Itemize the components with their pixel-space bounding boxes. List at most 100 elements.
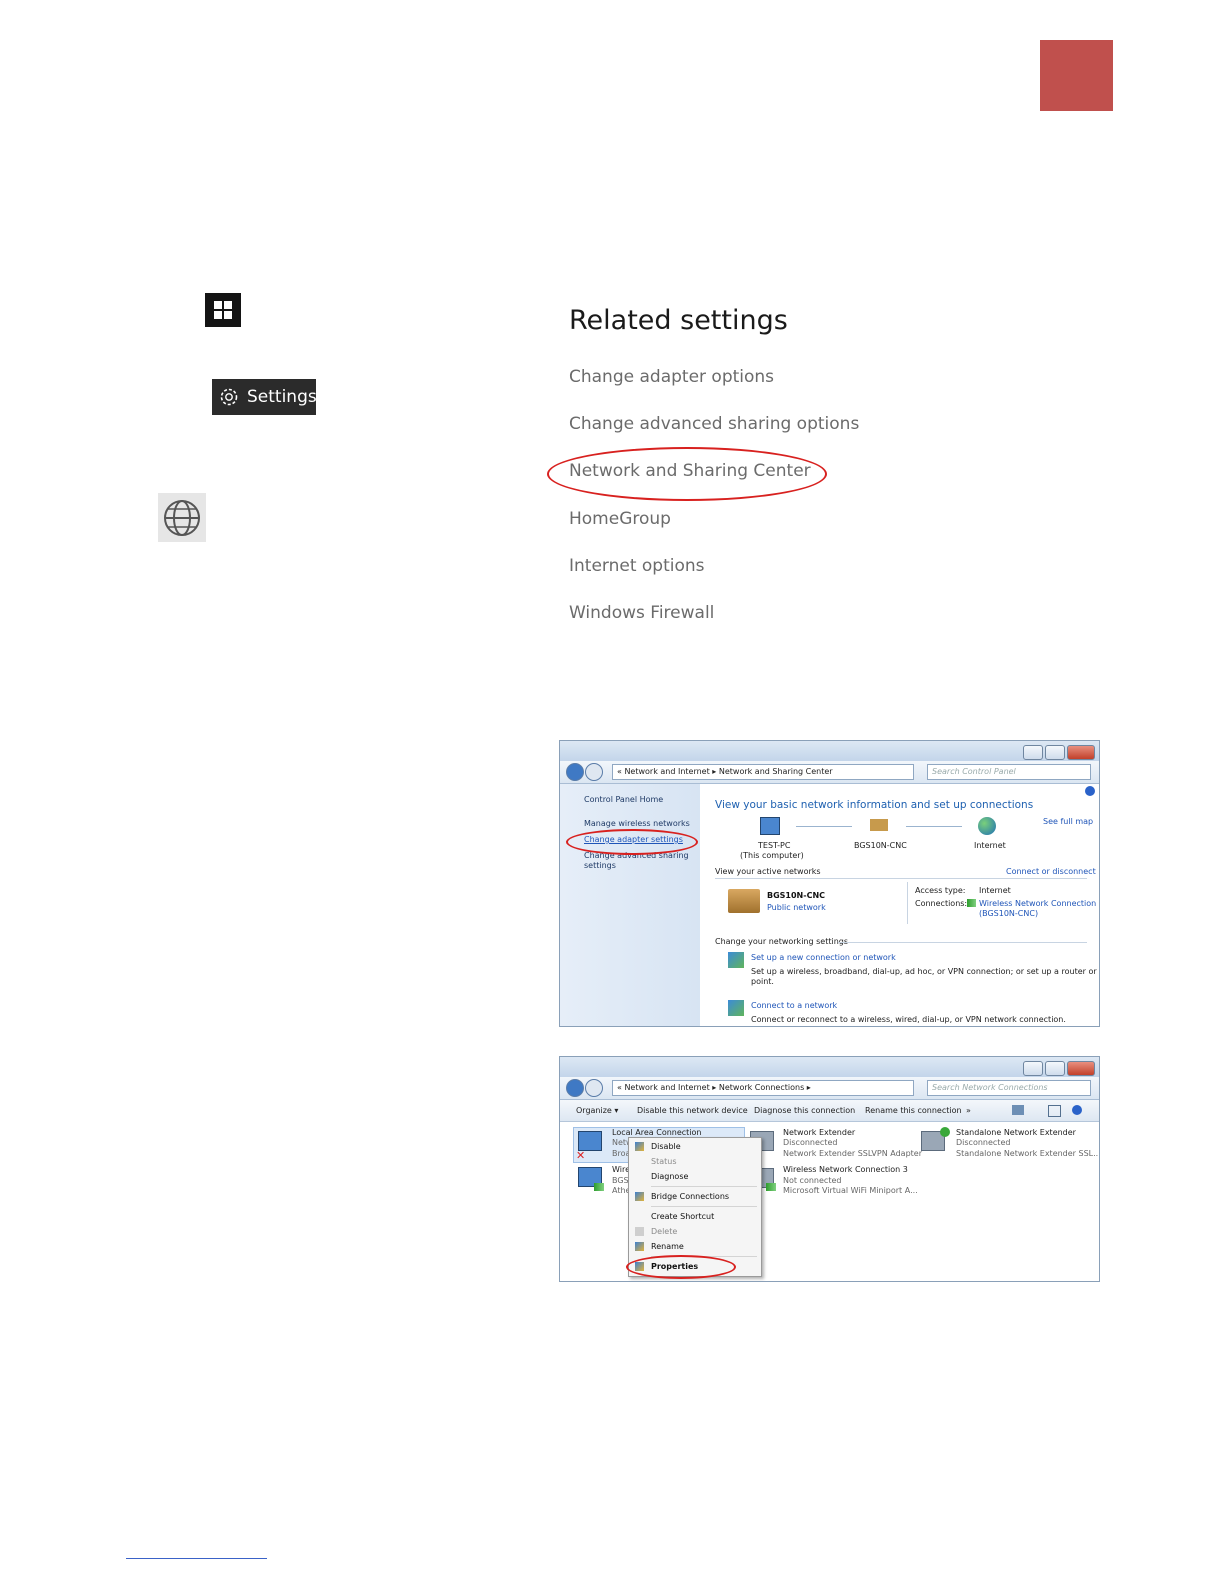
- signal-icon: [766, 1183, 776, 1191]
- left-pane: Control Panel Home Manage wireless netwo…: [560, 784, 700, 1026]
- connection-line: [906, 826, 962, 827]
- network-type-link[interactable]: Public network: [767, 903, 826, 912]
- breadcrumb[interactable]: « Network and Internet ▸ Network and Sha…: [612, 764, 914, 780]
- setup-connection-desc: Set up a wireless, broadband, dial-up, a…: [751, 967, 1100, 976]
- access-type-value: Internet: [979, 886, 1011, 895]
- menu-item-bridge[interactable]: Bridge Connections: [651, 1192, 729, 1201]
- search-input[interactable]: Search Control Panel: [927, 764, 1091, 780]
- change-advanced-sharing-link-line2[interactable]: settings: [584, 861, 616, 870]
- minimize-button[interactable]: [1023, 745, 1043, 760]
- windows-logo-icon: [205, 293, 241, 327]
- disconnected-x-icon: ✕: [576, 1149, 586, 1162]
- title-bar: [560, 1057, 1099, 1077]
- view-options-icon[interactable]: [1012, 1105, 1024, 1115]
- command-bar: Organize ▾ Disable this network device D…: [560, 1100, 1099, 1122]
- network-connections-window: « Network and Internet ▸ Network Connect…: [559, 1056, 1100, 1282]
- adapter-icon: [578, 1131, 602, 1151]
- adapter-name[interactable]: Network Extender: [783, 1128, 855, 1137]
- connections-label: Connections:: [915, 899, 968, 908]
- highlight-ellipse: [626, 1255, 736, 1279]
- more-button[interactable]: »: [966, 1106, 971, 1115]
- highlight-ellipse: [566, 829, 698, 855]
- link-windows-firewall[interactable]: Windows Firewall: [569, 603, 714, 623]
- connect-network-link[interactable]: Connect to a network: [751, 1001, 837, 1010]
- help-icon[interactable]: [1072, 1105, 1082, 1115]
- menu-separator: [651, 1206, 757, 1207]
- globe-icon: [158, 493, 206, 542]
- title-bar: [560, 741, 1099, 761]
- adapter-device: Network Extender SSLVPN Adapter: [783, 1149, 922, 1158]
- connect-network-desc: Connect or reconnect to a wireless, wire…: [751, 1015, 1066, 1024]
- search-input[interactable]: Search Network Connections: [927, 1080, 1091, 1096]
- signal-icon: [967, 899, 976, 907]
- diagnose-button[interactable]: Diagnose this connection: [754, 1106, 855, 1115]
- maximize-button[interactable]: [1045, 745, 1065, 760]
- connect-disconnect-link[interactable]: Connect or disconnect: [1006, 867, 1096, 876]
- back-button[interactable]: [566, 763, 584, 781]
- active-networks-label: View your active networks: [715, 867, 821, 876]
- close-button[interactable]: [1067, 1061, 1095, 1076]
- back-button[interactable]: [566, 1079, 584, 1097]
- link-change-advanced-sharing[interactable]: Change advanced sharing options: [569, 414, 859, 434]
- forward-button[interactable]: [585, 1079, 603, 1097]
- rename-button[interactable]: Rename this connection: [865, 1106, 962, 1115]
- see-full-map-link[interactable]: See full map: [1043, 817, 1093, 826]
- menu-item-status[interactable]: Status: [651, 1157, 677, 1166]
- adapter-name: Local Area Connection: [612, 1128, 702, 1137]
- menu-item-create-shortcut[interactable]: Create Shortcut: [651, 1212, 714, 1221]
- menu-item-rename[interactable]: Rename: [651, 1242, 684, 1251]
- address-bar: « Network and Internet ▸ Network Connect…: [560, 1077, 1099, 1100]
- node-network: BGS10N-CNC: [854, 841, 907, 850]
- shield-icon: [635, 1242, 644, 1251]
- connect-network-icon: [728, 1000, 744, 1016]
- divider: [838, 942, 1087, 943]
- public-network-bench-icon: [728, 889, 760, 913]
- signal-icon: [594, 1183, 604, 1191]
- maximize-button[interactable]: [1045, 1061, 1065, 1076]
- check-icon: [940, 1127, 950, 1137]
- accent-tab: [1040, 40, 1113, 111]
- network-sharing-center-window: « Network and Internet ▸ Network and Sha…: [559, 740, 1100, 1027]
- adapter-device: Standalone Network Extender SSL...: [956, 1149, 1100, 1158]
- adapter-device: Microsoft Virtual WiFi Miniport A...: [783, 1186, 918, 1195]
- minimize-button[interactable]: [1023, 1061, 1043, 1076]
- forward-button[interactable]: [585, 763, 603, 781]
- shield-icon: [635, 1192, 644, 1201]
- new-connection-icon: [728, 952, 744, 968]
- page-header: View your basic network information and …: [715, 799, 1034, 811]
- link-homegroup[interactable]: HomeGroup: [569, 509, 671, 529]
- menu-item-delete[interactable]: Delete: [651, 1227, 677, 1236]
- adapter-status: Disconnected: [783, 1138, 838, 1147]
- node-this-computer: (This computer): [740, 851, 804, 860]
- internet-globe-icon: [978, 817, 996, 835]
- divider: [715, 878, 1087, 879]
- bench-icon: [870, 819, 888, 831]
- change-settings-label: Change your networking settings: [715, 937, 849, 946]
- adapter-name[interactable]: Wireless Network Connection 3: [783, 1165, 908, 1174]
- manage-wireless-link[interactable]: Manage wireless networks: [584, 819, 690, 828]
- setup-connection-desc-line2: point.: [751, 977, 774, 986]
- network-name: BGS10N-CNC: [767, 891, 826, 900]
- breadcrumb[interactable]: « Network and Internet ▸ Network Connect…: [612, 1080, 914, 1096]
- menu-item-disable[interactable]: Disable: [651, 1142, 681, 1151]
- connection-line: [796, 826, 852, 827]
- gear-icon: [217, 385, 241, 409]
- adapter-status: Not connected: [783, 1176, 842, 1185]
- close-button[interactable]: [1067, 745, 1095, 760]
- adapter-name[interactable]: Standalone Network Extender: [956, 1128, 1076, 1137]
- organize-menu[interactable]: Organize ▾: [576, 1106, 618, 1115]
- setup-connection-link[interactable]: Set up a new connection or network: [751, 953, 896, 962]
- connection-link[interactable]: Wireless Network Connection: [979, 899, 1096, 908]
- settings-button[interactable]: Settings: [212, 379, 317, 415]
- preview-pane-icon[interactable]: [1048, 1105, 1061, 1117]
- menu-item-diagnose[interactable]: Diagnose: [651, 1172, 688, 1181]
- menu-separator: [651, 1186, 757, 1187]
- link-change-adapter-options[interactable]: Change adapter options: [569, 367, 774, 387]
- node-internet: Internet: [974, 841, 1006, 850]
- control-panel-home-link[interactable]: Control Panel Home: [584, 795, 663, 804]
- link-internet-options[interactable]: Internet options: [569, 556, 705, 576]
- highlight-ellipse: [547, 447, 827, 501]
- disable-device-button[interactable]: Disable this network device: [637, 1106, 748, 1115]
- connection-link-ssid[interactable]: (BGS10N-CNC): [979, 909, 1038, 918]
- help-icon[interactable]: [1085, 786, 1095, 796]
